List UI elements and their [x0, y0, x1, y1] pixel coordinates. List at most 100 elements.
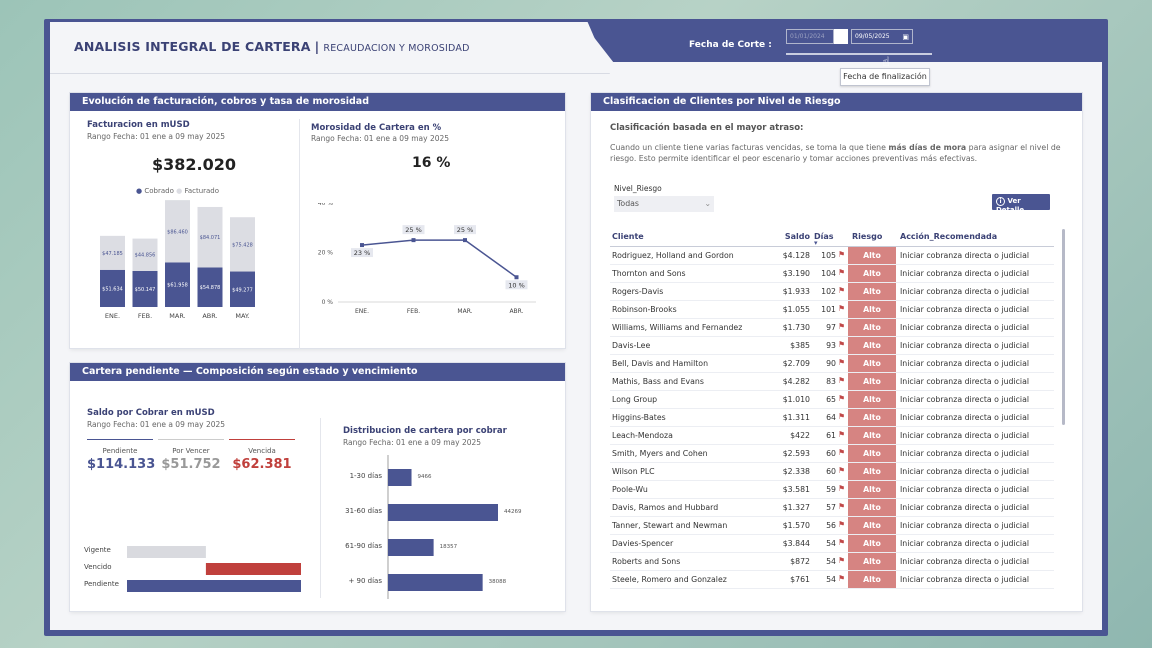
- saldo-cell: $1.327: [758, 498, 812, 517]
- table-row[interactable]: Bell, Davis and Hamilton $2.709 90 ⚑ Alto Ini…: [610, 354, 1054, 373]
- saldo-cell: $4.128: [758, 246, 812, 265]
- saldo-cell: $1.055: [758, 300, 812, 319]
- facturacion-stacked-bar-chart: $51.634 $47.185 ENE. $50.147 $44.856 FEB. $61.…: [100, 200, 255, 320]
- label-cobrado-2: $61.958: [167, 283, 188, 289]
- distribucion-title: Distribucion de cartera por cobrar: [343, 426, 507, 436]
- riesgo-badge: Alto: [848, 246, 896, 264]
- saldo-cell: $385: [758, 336, 812, 355]
- ver-detalle-button[interactable]: i Ver Detalle: [992, 194, 1050, 214]
- date-start-input[interactable]: 01/01/2024: [786, 29, 834, 44]
- line-point-1[interactable]: [411, 238, 416, 243]
- accion-cell: Iniciar cobranza directa o judicial: [898, 246, 1054, 265]
- hbar-1[interactable]: [388, 504, 498, 521]
- table-row[interactable]: Smith, Myers and Cohen $2.593 60 ⚑ Alto Inici…: [610, 444, 1054, 463]
- flag-icon: ⚑: [838, 519, 846, 529]
- filter-label: Nivel_Riesgo: [614, 184, 662, 193]
- label-cobrado-3: $54.878: [200, 285, 221, 291]
- accion-cell: Iniciar cobranza directa o judicial: [898, 354, 1054, 373]
- accion-cell: Iniciar cobranza directa o judicial: [898, 264, 1054, 283]
- flag-icon: ⚑: [838, 267, 846, 277]
- morosidad-title: Morosidad de Cartera en %: [311, 123, 442, 133]
- label-cobrado-1: $50.147: [135, 287, 156, 293]
- column-header-riesgo[interactable]: Riesgo: [838, 228, 898, 247]
- column-header-saldo[interactable]: Saldo: [758, 228, 812, 247]
- column-header-cliente[interactable]: Cliente: [610, 228, 758, 247]
- saldo-bar-label-2: Pendiente: [84, 580, 119, 588]
- table-scrollbar[interactable]: [1062, 229, 1065, 425]
- xtick-3: ABR.: [202, 312, 217, 320]
- dias-cell: 59: [812, 480, 838, 499]
- saldo-cell: $1.010: [758, 390, 812, 409]
- table-row[interactable]: Davis-Lee $385 93 ⚑ Alto Iniciar cobranza dir…: [610, 336, 1054, 355]
- accion-cell: Iniciar cobranza directa o judicial: [898, 318, 1054, 337]
- distribucion-bar-chart: 1-30 días 9466 31-60 días 44269 61-90 días 18…: [345, 455, 522, 599]
- table-row[interactable]: Rodriguez, Holland and Gordon $4.128 105 ⚑ A…: [610, 246, 1054, 265]
- cliente-cell: Long Group: [610, 390, 758, 409]
- table-row[interactable]: Rogers-Davis $1.933 102 ⚑ Alto Iniciar cobran…: [610, 282, 1054, 301]
- cliente-cell: Mathis, Bass and Evans: [610, 372, 758, 391]
- nivel-riesgo-dropdown[interactable]: Todas ⌄: [614, 196, 714, 212]
- column-header-accinrecomendada[interactable]: Acción_Recomendada: [898, 228, 1054, 247]
- saldo-cell: $1.933: [758, 282, 812, 301]
- cliente-cell: Williams, Williams and Fernandez: [610, 318, 758, 337]
- riesgo-cell: ⚑ Alto: [838, 462, 898, 481]
- table-row[interactable]: Williams, Williams and Fernandez $1.730 97…: [610, 318, 1054, 337]
- accion-cell: Iniciar cobranza directa o judicial: [898, 552, 1054, 571]
- dias-cell: 54: [812, 570, 838, 589]
- sort-desc-icon: ▾: [814, 239, 818, 247]
- flag-icon: ⚑: [838, 357, 846, 367]
- distribucion-range: Rango Fecha: 01 ene a 09 may 2025: [343, 438, 482, 447]
- date-tooltip: Fecha de finalización: [840, 68, 930, 86]
- saldo-kpi-label: Pendiente: [102, 447, 138, 455]
- line-point-3[interactable]: [514, 275, 519, 280]
- riesgo-cell: ⚑ Alto: [838, 390, 898, 409]
- line-xtick-0: ENE.: [355, 308, 369, 315]
- dias-cell: 60: [812, 444, 838, 463]
- risk-table-container: Cliente Saldo Días ▾ Riesgo Acción_Recomendad…: [610, 228, 1054, 589]
- table-row[interactable]: Long Group $1.010 65 ⚑ Alto Iniciar cobranza …: [610, 390, 1054, 409]
- table-row[interactable]: Davis, Ramos and Hubbard $1.327 57 ⚑ Alto Ini…: [610, 498, 1054, 517]
- table-row[interactable]: Roberts and Sons $872 54 ⚑ Alto Iniciar cobra…: [610, 552, 1054, 571]
- accion-cell: Iniciar cobranza directa o judicial: [898, 300, 1054, 319]
- table-row[interactable]: Leach-Mendoza $422 61 ⚑ Alto Iniciar cobranza…: [610, 426, 1054, 445]
- hbar-3[interactable]: [388, 574, 483, 591]
- dias-cell: 97: [812, 318, 838, 337]
- saldo-bar-0[interactable]: [127, 546, 206, 558]
- date-range-slider[interactable]: [786, 53, 932, 55]
- flag-icon: ⚑: [838, 537, 846, 547]
- chevron-down-icon: ⌄: [704, 199, 711, 208]
- table-row[interactable]: Wilson PLC $2.338 60 ⚑ Alto Iniciar cobranza …: [610, 462, 1054, 481]
- saldo-bar-1[interactable]: [205, 563, 301, 575]
- table-row[interactable]: Thornton and Sons $3.190 104 ⚑ Alto Iniciar c…: [610, 264, 1054, 283]
- table-row[interactable]: Higgins-Bates $1.311 64 ⚑ Alto Iniciar cobran…: [610, 408, 1054, 427]
- table-row[interactable]: Steele, Romero and Gonzalez $761 54 ⚑ Alto In…: [610, 570, 1054, 589]
- date-start-picker-button[interactable]: [834, 29, 848, 44]
- table-row[interactable]: Mathis, Bass and Evans $4.282 83 ⚑ Alto Inici…: [610, 372, 1054, 391]
- dias-cell: 104: [812, 264, 838, 283]
- line-label-1: 25 %: [405, 226, 422, 234]
- label-cobrado-0: $51.634: [102, 286, 123, 292]
- saldo-cell: $2.338: [758, 462, 812, 481]
- saldo-kpi-label: Vencida: [248, 447, 276, 455]
- fecha-corte-label: Fecha de Corte :: [689, 40, 772, 50]
- table-row[interactable]: Robinson-Brooks $1.055 101 ⚑ Alto Iniciar cob…: [610, 300, 1054, 319]
- calendar-icon[interactable]: ▣: [902, 33, 909, 41]
- dias-cell: 56: [812, 516, 838, 535]
- riesgo-cell: ⚑ Alto: [838, 516, 898, 535]
- saldo-bar-2[interactable]: [127, 580, 301, 592]
- date-end-input[interactable]: 09/05/2025 ▣: [851, 29, 913, 44]
- hbar-0[interactable]: [388, 469, 412, 486]
- hbar-2[interactable]: [388, 539, 434, 556]
- line-point-0[interactable]: [360, 243, 364, 248]
- table-row[interactable]: Poole-Wu $3.581 59 ⚑ Alto Iniciar cobranza di…: [610, 480, 1054, 499]
- hbar-label-3: + 90 días: [348, 577, 382, 585]
- column-header-das[interactable]: Días ▾: [812, 228, 838, 247]
- table-row[interactable]: Tanner, Stewart and Newman $1.570 56 ⚑ Alto I…: [610, 516, 1054, 535]
- dias-cell: 64: [812, 408, 838, 427]
- cliente-cell: Wilson PLC: [610, 462, 758, 481]
- line-point-2[interactable]: [463, 238, 467, 243]
- riesgo-cell: ⚑ Alto: [838, 282, 898, 301]
- riesgo-badge: Alto: [848, 408, 896, 426]
- riesgo-cell: ⚑ Alto: [838, 426, 898, 445]
- table-row[interactable]: Davies-Spencer $3.844 54 ⚑ Alto Iniciar cobra…: [610, 534, 1054, 553]
